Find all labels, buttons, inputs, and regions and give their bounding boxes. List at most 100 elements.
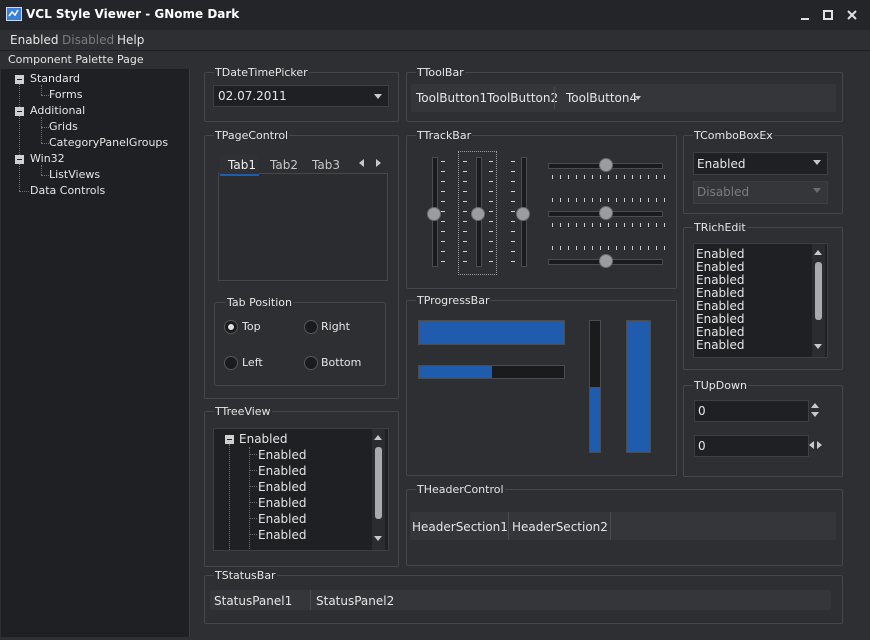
trackbar-thumb[interactable] — [599, 206, 613, 220]
scroll-thumb[interactable] — [815, 262, 822, 320]
progressbar-vertical-2 — [626, 320, 651, 453]
header-divider[interactable] — [508, 512, 509, 540]
tree-item-forms[interactable]: Forms — [49, 88, 82, 101]
menu-disabled[interactable]: Disabled — [62, 33, 114, 47]
scroll-down-icon[interactable] — [814, 344, 822, 349]
trackbar-thumb[interactable] — [427, 207, 441, 221]
treeview-expander[interactable] — [225, 435, 234, 444]
trackbar-tick — [608, 223, 609, 227]
richedit-box[interactable]: Enabled Enabled Enabled Enabled Enabled … — [693, 243, 828, 358]
trackbar-thumb[interactable] — [599, 254, 613, 268]
header-section-1[interactable]: HeaderSection1 — [412, 520, 508, 534]
trackbar-tick — [648, 175, 649, 179]
trackbar-tick — [576, 198, 577, 202]
richedit-title: TRichEdit — [693, 221, 747, 234]
trackbar-tick — [648, 198, 649, 202]
trackbar-tick — [592, 246, 593, 250]
treeview-scrollbar[interactable] — [372, 429, 385, 550]
statusbar-title: TStatusBar — [214, 569, 277, 582]
trackbar-tick — [511, 161, 515, 162]
trackbar-tick — [441, 211, 445, 212]
tree-item-categorypanelgroups[interactable]: CategoryPanelGroups — [49, 136, 168, 149]
radio-bottom[interactable] — [304, 356, 318, 370]
updown-down-icon[interactable] — [811, 412, 819, 417]
treeview-box[interactable]: Enabled Enabled Enabled Enabled Enabled … — [213, 428, 389, 551]
radio-right[interactable] — [304, 320, 318, 334]
tab-2[interactable]: Tab2 — [270, 158, 298, 172]
expander-win32[interactable] — [15, 155, 24, 164]
datetimepicker-value: 02.07.2011 — [218, 89, 287, 103]
trackbar-tick — [648, 246, 649, 250]
expander-standard[interactable] — [15, 75, 24, 84]
updown-left-icon[interactable] — [809, 441, 814, 449]
scroll-up-icon[interactable] — [814, 250, 822, 255]
trackbar-tick — [664, 246, 665, 250]
headercontrol-title: THeaderControl — [416, 483, 505, 496]
trackbar-tick — [568, 246, 569, 250]
maximize-button[interactable] — [818, 6, 838, 24]
maximize-icon — [823, 10, 833, 20]
tab-scroll-left-icon[interactable] — [359, 159, 364, 167]
updown-up-icon[interactable] — [811, 403, 819, 408]
trackbar-tick — [441, 161, 445, 162]
radio-left[interactable] — [224, 356, 238, 370]
treeview-child[interactable]: Enabled — [258, 480, 307, 494]
trackbar-tick — [616, 198, 617, 202]
header-divider[interactable] — [610, 512, 611, 540]
trackbar-tick — [632, 175, 633, 179]
treeview-child[interactable]: Enabled — [258, 464, 307, 478]
treeview-root[interactable]: Enabled — [239, 432, 288, 446]
tree-item-win32[interactable]: Win32 — [30, 152, 65, 165]
trackbar-tick — [441, 221, 445, 222]
tree-item-listviews[interactable]: ListViews — [49, 168, 100, 181]
menu-enabled[interactable]: Enabled — [10, 33, 59, 47]
updown-right-icon[interactable] — [817, 441, 822, 449]
tree-item-additional[interactable]: Additional — [30, 104, 85, 117]
dropdown-arrow-icon[interactable] — [374, 94, 382, 99]
expander-additional[interactable] — [15, 107, 24, 116]
statusbar-divider — [310, 590, 311, 610]
toolbutton-1[interactable]: ToolButton1 — [416, 91, 487, 105]
treeview-child[interactable]: Enabled — [258, 496, 307, 510]
toolbutton-4[interactable]: ToolButton4 — [566, 91, 637, 105]
tree-item-grids[interactable]: Grids — [49, 120, 78, 133]
radio-bottom-label: Bottom — [321, 356, 362, 369]
trackbar-thumb[interactable] — [516, 207, 530, 221]
scroll-up-icon[interactable] — [374, 435, 382, 440]
treeview-child[interactable]: Enabled — [258, 512, 307, 526]
combo-dropdown-icon[interactable] — [813, 160, 821, 165]
header-section-2[interactable]: HeaderSection2 — [512, 520, 608, 534]
treeview-child[interactable]: Enabled — [258, 528, 307, 542]
tree-item-standard[interactable]: Standard — [30, 72, 80, 85]
trackbar-tick — [584, 246, 585, 250]
updown-input-1[interactable] — [694, 400, 809, 422]
minimize-button[interactable] — [795, 6, 815, 24]
trackbar-tick — [600, 198, 601, 202]
updown-input-2[interactable] — [694, 435, 809, 457]
toolbutton-dropdown-icon[interactable] — [635, 96, 641, 100]
component-palette-tree[interactable]: Standard Forms Additional Grids Category… — [1, 69, 190, 637]
trackbar-focus-rect — [458, 151, 497, 275]
menu-help[interactable]: Help — [117, 33, 144, 47]
tab-3[interactable]: Tab3 — [312, 158, 340, 172]
radio-top[interactable] — [224, 320, 238, 334]
trackbar-tick — [592, 175, 593, 179]
trackbar-thumb[interactable] — [599, 158, 613, 172]
progressbar-horizontal-1 — [418, 320, 565, 345]
trackbar-tick — [640, 175, 641, 179]
close-button[interactable] — [842, 6, 862, 24]
trackbar-tick — [656, 175, 657, 179]
tree-item-data-controls[interactable]: Data Controls — [30, 184, 105, 197]
richedit-scrollbar[interactable] — [812, 244, 825, 357]
toolbutton-2[interactable]: ToolButton2 — [487, 91, 558, 105]
tab-scroll-right-icon[interactable] — [376, 159, 381, 167]
treeview-child[interactable]: Enabled — [258, 448, 307, 462]
treeview-title: TTreeView — [214, 405, 272, 418]
scroll-thumb[interactable] — [375, 447, 382, 519]
trackbar-tick — [511, 201, 515, 202]
scroll-down-icon[interactable] — [374, 536, 382, 541]
trackbar-tick — [624, 223, 625, 227]
trackbar-tick — [511, 221, 515, 222]
progressbar-horizontal-2 — [418, 365, 565, 379]
trackbar-tick — [664, 198, 665, 202]
